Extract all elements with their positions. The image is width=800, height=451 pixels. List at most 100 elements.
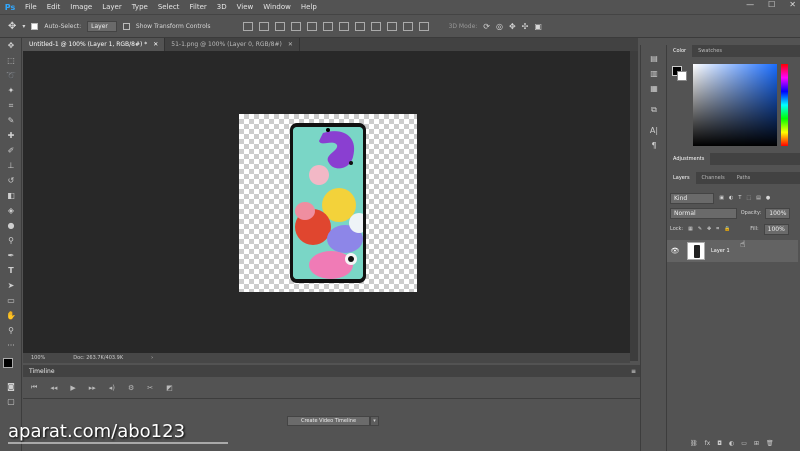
- app-logo[interactable]: Ps: [0, 0, 20, 14]
- move-tool-icon[interactable]: ✥: [0, 38, 22, 53]
- fx-icon[interactable]: fx: [705, 440, 711, 449]
- blend-mode-dropdown[interactable]: Normal: [670, 207, 737, 219]
- panel-menu-icon[interactable]: ≡: [631, 368, 636, 375]
- close-button[interactable]: ✕: [789, 0, 796, 9]
- fill-field[interactable]: 100%: [763, 223, 789, 235]
- type-filter-icon[interactable]: T: [738, 195, 741, 201]
- show-transform-checkbox[interactable]: [122, 22, 130, 30]
- marquee-tool-icon[interactable]: ⬚: [0, 53, 22, 68]
- 3d-roll-icon[interactable]: ◎: [496, 22, 503, 31]
- distribute-bottom-icon[interactable]: [370, 21, 381, 31]
- link-icon[interactable]: ⛓: [690, 440, 698, 449]
- status-arrow-icon[interactable]: ›: [151, 355, 153, 361]
- lock-all-icon[interactable]: 🔒: [724, 226, 730, 232]
- next-frame-icon[interactable]: ▸▸: [89, 384, 96, 392]
- adjustment-filter-icon[interactable]: ◐: [729, 195, 733, 201]
- distribute-left-icon[interactable]: [386, 21, 397, 31]
- close-icon[interactable]: ✕: [153, 41, 158, 48]
- create-video-timeline-button[interactable]: Create Video Timeline: [287, 416, 370, 426]
- first-frame-icon[interactable]: ⏮: [31, 383, 37, 392]
- lock-image-icon[interactable]: ✎: [698, 226, 702, 232]
- menu-3d[interactable]: 3D: [212, 3, 232, 11]
- tool-preset-dropdown[interactable]: ▾: [22, 23, 25, 30]
- settings-icon[interactable]: ⚙: [128, 384, 134, 392]
- doc-info[interactable]: Doc: 263.7K/403.9K: [73, 355, 123, 361]
- adjustment-layer-icon[interactable]: ◐: [729, 440, 734, 449]
- menu-filter[interactable]: Filter: [184, 3, 211, 11]
- dodge-tool-icon[interactable]: ⚲: [0, 233, 22, 248]
- chevron-down-icon[interactable]: ▾: [370, 416, 379, 426]
- maximize-button[interactable]: ☐: [768, 0, 775, 9]
- lock-artboard-icon[interactable]: ⌗: [716, 226, 719, 232]
- menu-layer[interactable]: Layer: [97, 3, 127, 11]
- lock-transparent-icon[interactable]: ▦: [688, 226, 693, 232]
- smart-object-filter-icon[interactable]: ▤: [756, 195, 761, 201]
- auto-select-dropdown[interactable]: Layer: [87, 20, 117, 32]
- history-icon[interactable]: ▤: [641, 51, 667, 66]
- group-icon[interactable]: ▭: [741, 440, 747, 449]
- pixel-filter-icon[interactable]: ▣: [719, 195, 724, 201]
- 3d-scale-icon[interactable]: ▣: [534, 22, 542, 31]
- lock-position-icon[interactable]: ✥: [707, 226, 711, 232]
- menu-file[interactable]: File: [20, 3, 42, 11]
- 3d-orbit-icon[interactable]: ⟳: [483, 22, 490, 31]
- shape-filter-icon[interactable]: ⬚: [746, 195, 751, 201]
- trash-icon[interactable]: 🗑: [766, 440, 774, 449]
- menu-edit[interactable]: Edit: [42, 3, 66, 11]
- distribute-vcenter-icon[interactable]: [354, 21, 365, 31]
- menu-select[interactable]: Select: [153, 3, 185, 11]
- transition-icon[interactable]: ◩: [166, 384, 173, 392]
- menu-window[interactable]: Window: [258, 3, 296, 11]
- blur-tool-icon[interactable]: ●: [0, 218, 22, 233]
- menu-image[interactable]: Image: [65, 3, 97, 11]
- align-vcenter-icon[interactable]: [258, 21, 269, 31]
- filter-toggle-icon[interactable]: ●: [766, 195, 770, 201]
- eraser-tool-icon[interactable]: ◧: [0, 188, 22, 203]
- crop-tool-icon[interactable]: ⌗: [0, 98, 22, 113]
- tab-paths[interactable]: Paths: [731, 172, 757, 184]
- properties-icon[interactable]: ▥: [641, 66, 667, 81]
- menu-view[interactable]: View: [232, 3, 259, 11]
- zoom-tool-icon[interactable]: ⚲: [0, 323, 22, 338]
- vertical-scrollbar[interactable]: [630, 51, 638, 361]
- tab-channels[interactable]: Channels: [696, 172, 731, 184]
- eye-icon[interactable]: 👁: [667, 247, 683, 255]
- play-icon[interactable]: ▶: [70, 384, 75, 392]
- lasso-tool-icon[interactable]: ➰: [0, 68, 22, 83]
- align-top-icon[interactable]: [242, 21, 253, 31]
- 3d-slide-icon[interactable]: ✣: [522, 22, 529, 31]
- align-left-icon[interactable]: [290, 21, 301, 31]
- hue-slider[interactable]: [781, 64, 788, 146]
- align-hcenter-icon[interactable]: [306, 21, 317, 31]
- layer-row[interactable]: 👁 Layer 1: [667, 240, 798, 262]
- screen-mode-icon[interactable]: ▢: [0, 394, 22, 409]
- auto-select-checkbox[interactable]: [31, 22, 39, 30]
- type-tool-icon[interactable]: T: [0, 263, 22, 278]
- tab-swatches[interactable]: Swatches: [692, 45, 728, 57]
- timeline-title[interactable]: Timeline: [29, 368, 55, 375]
- move-tool-icon[interactable]: ✥: [8, 21, 16, 32]
- color-swatches-icon[interactable]: [0, 353, 22, 379]
- paragraph-icon[interactable]: ¶: [641, 138, 667, 153]
- rectangle-tool-icon[interactable]: ▭: [0, 293, 22, 308]
- tab-adjustments[interactable]: Adjustments: [667, 153, 711, 165]
- previous-frame-icon[interactable]: ◂◂: [50, 384, 57, 392]
- close-icon[interactable]: ✕: [288, 41, 293, 48]
- distribute-hcenter-icon[interactable]: [402, 21, 413, 31]
- split-icon[interactable]: ✂: [147, 384, 153, 392]
- menu-type[interactable]: Type: [127, 3, 153, 11]
- clone-stamp-tool-icon[interactable]: ⊥: [0, 158, 22, 173]
- character-icon[interactable]: A|: [641, 123, 667, 138]
- align-right-icon[interactable]: [322, 21, 333, 31]
- layer-kind-dropdown[interactable]: Kind: [670, 192, 715, 204]
- distribute-top-icon[interactable]: [338, 21, 349, 31]
- hand-tool-icon[interactable]: ✋: [0, 308, 22, 323]
- brush-tool-icon[interactable]: ✐: [0, 143, 22, 158]
- eyedropper-tool-icon[interactable]: ✎: [0, 113, 22, 128]
- background-color-swatch[interactable]: [677, 71, 687, 81]
- align-bottom-icon[interactable]: [274, 21, 285, 31]
- quick-mask-icon[interactable]: ◙: [0, 379, 22, 394]
- tab-layers[interactable]: Layers: [667, 172, 696, 184]
- history-brush-tool-icon[interactable]: ↺: [0, 173, 22, 188]
- distribute-right-icon[interactable]: [418, 21, 429, 31]
